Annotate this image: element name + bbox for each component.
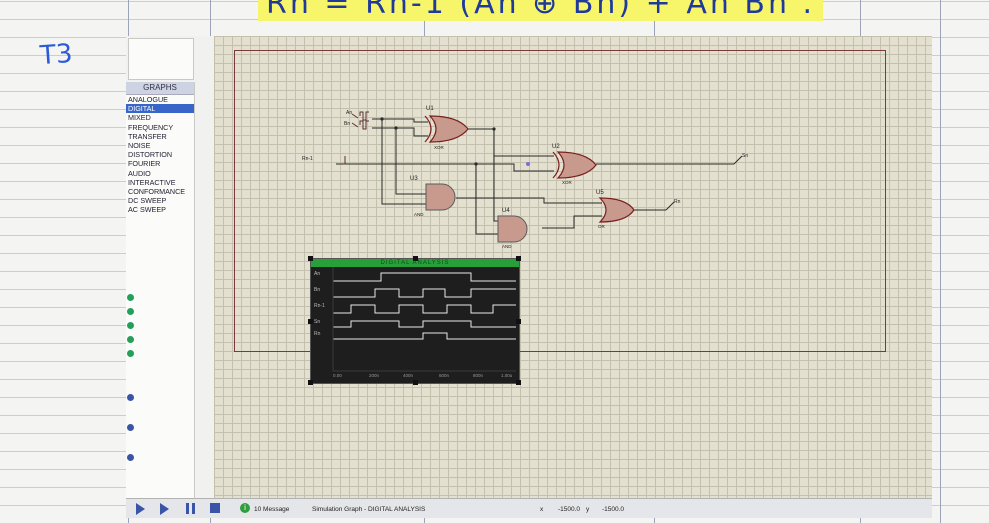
x-tick-label: 1.00u	[501, 373, 513, 378]
resize-handle[interactable]	[516, 319, 521, 324]
tool-icon[interactable]	[127, 322, 134, 329]
gate-ref-label: U1	[426, 106, 434, 112]
graph-mode-item[interactable]: CONFORMANCE	[126, 187, 194, 196]
graph-mode-item[interactable]: AC SWEEP	[126, 205, 194, 214]
gate-type-label: XOR	[562, 180, 572, 185]
tool-icon[interactable]	[127, 394, 134, 401]
tool-icon[interactable]	[127, 424, 134, 431]
graph-mode-item[interactable]: DISTORTION	[126, 150, 194, 159]
tool-strip	[126, 294, 136, 504]
graph-mode-item[interactable]: DC SWEEP	[126, 196, 194, 205]
gate-type-label: XOR	[434, 145, 444, 150]
resize-handle[interactable]	[308, 380, 313, 385]
x-tick-label: 200n	[369, 373, 380, 378]
gate-type-label: OR	[598, 224, 605, 229]
resize-handle[interactable]	[308, 256, 313, 261]
app-screen: GRAPHS ANALOGUE DIGITAL MIXED FREQUENCY …	[126, 36, 932, 518]
output-label: Rn	[674, 199, 681, 205]
coord-y-value: -1500.0	[602, 506, 625, 513]
graph-mode-item[interactable]: FREQUENCY	[126, 123, 194, 132]
tool-icon[interactable]	[127, 294, 134, 301]
x-tick-label: 400n	[403, 373, 414, 378]
gate-ref-label: U5	[596, 190, 604, 196]
gate-type-label: AND	[502, 244, 512, 249]
graph-mode-item[interactable]: ANALOGUE	[126, 95, 194, 104]
gate-ref-label: U3	[410, 176, 418, 182]
paper-grid-line	[940, 0, 941, 523]
schematic-canvas[interactable]: An Bn Rn-1 U1 XOR U2 XOR U3 AND U4 AND U…	[214, 36, 932, 498]
status-graph-info: Simulation Graph - DIGITAL ANALYSIS	[312, 506, 426, 513]
left-sidebar: GRAPHS ANALOGUE DIGITAL MIXED FREQUENCY …	[126, 36, 215, 518]
gate-ref-label: U2	[552, 144, 560, 150]
step-icon[interactable]	[160, 503, 169, 515]
overview-thumbnail[interactable]	[128, 38, 194, 80]
coord-x-value: -1500.0	[558, 506, 581, 513]
graph-mode-item[interactable]: NOISE	[126, 141, 194, 150]
message-count[interactable]: 10 Message	[254, 506, 289, 513]
play-icon[interactable]	[136, 503, 145, 515]
gate-type-label: AND	[414, 212, 424, 217]
graphs-panel: GRAPHS ANALOGUE DIGITAL MIXED FREQUENCY …	[126, 82, 195, 498]
resize-handle[interactable]	[516, 256, 521, 261]
graph-mode-item[interactable]: AUDIO	[126, 169, 194, 178]
tool-icon[interactable]	[127, 454, 134, 461]
graph-mode-item[interactable]: INTERACTIVE	[126, 178, 194, 187]
handwritten-equation: Rn = Rn-1 (An ⊕ Bn) + An Bn .	[258, 0, 824, 21]
pause-icon[interactable]	[186, 503, 195, 514]
graph-mode-list: ANALOGUE DIGITAL MIXED FREQUENCY TRANSFE…	[126, 95, 194, 215]
tool-icon[interactable]	[127, 350, 134, 357]
graph-mode-item[interactable]: FOURIER	[126, 159, 194, 168]
graph-mode-item[interactable]: DIGITAL	[126, 104, 194, 114]
x-tick-label: 800n	[473, 373, 484, 378]
tool-icon[interactable]	[127, 308, 134, 315]
trace-plot	[332, 267, 516, 372]
margin-note: T3	[38, 38, 74, 72]
x-tick-label: 600n	[439, 373, 450, 378]
resize-handle[interactable]	[516, 380, 521, 385]
graph-mode-item[interactable]: TRANSFER	[126, 132, 194, 141]
coord-y-label: y	[586, 506, 590, 513]
status-bar: i 10 Message Simulation Graph - DIGITAL …	[126, 498, 932, 518]
graph-mode-item[interactable]: MIXED	[126, 113, 194, 122]
graphs-panel-title: GRAPHS	[126, 82, 194, 95]
coord-x-label: x	[540, 506, 544, 513]
x-tick-label: 0.00	[333, 373, 342, 378]
digital-analysis-graph[interactable]: DIGITAL ANALYSIS An Bn Rn-1 Sn Rn 0.00 2…	[308, 256, 521, 385]
gate-ref-label: U4	[502, 208, 510, 214]
tool-icon[interactable]	[127, 336, 134, 343]
resize-handle[interactable]	[413, 380, 418, 385]
resize-handle[interactable]	[308, 319, 313, 324]
stop-icon[interactable]	[210, 503, 220, 513]
resize-handle[interactable]	[413, 256, 418, 261]
message-icon[interactable]: i	[240, 503, 250, 513]
output-label: Sn	[742, 153, 749, 159]
